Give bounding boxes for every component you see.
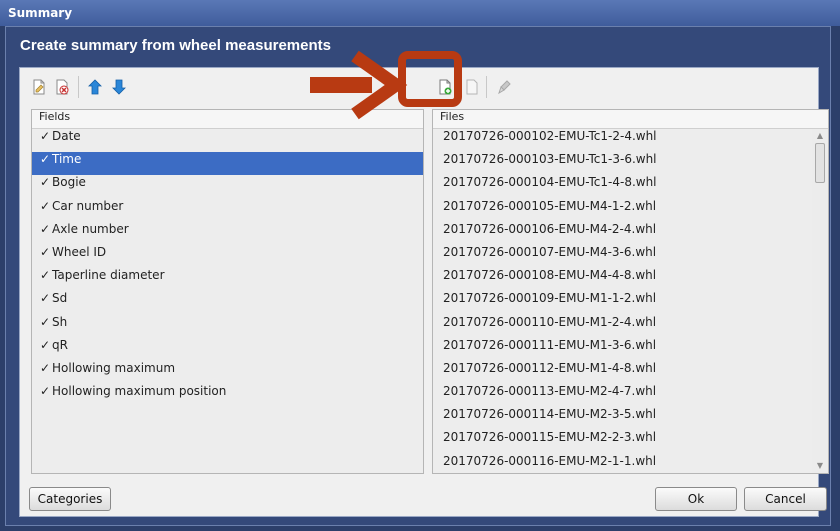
- fields-header: Fields: [32, 110, 423, 129]
- new-file-icon[interactable]: [27, 75, 51, 99]
- dialog-title: Create summary from wheel measurements: [20, 37, 331, 54]
- checkmark-icon[interactable]: ✓: [40, 315, 52, 329]
- checkmark-icon[interactable]: ✓: [40, 338, 52, 352]
- checkmark-icon[interactable]: ✓: [40, 175, 52, 189]
- field-item[interactable]: ✓ qR: [32, 338, 423, 361]
- checkmark-icon[interactable]: ✓: [40, 245, 52, 259]
- window-titlebar: Summary: [0, 0, 840, 26]
- dialog-content: Fields ✓ Date ✓ Time ✓ Bogie ✓ Car number ✓ Axle …: [19, 67, 829, 517]
- file-item[interactable]: 20170726-000113-EMU-M2-4-7.whl: [433, 384, 828, 407]
- ok-button[interactable]: Ok: [655, 487, 737, 511]
- field-item-label: Wheel ID: [52, 244, 107, 259]
- move-down-icon[interactable]: [108, 75, 132, 99]
- field-item[interactable]: ✓ Bogie: [32, 175, 423, 198]
- files-panel: Files 20170726-000102-EMU-Tc1-2-4.whl 201…: [432, 109, 829, 474]
- fields-list: ✓ Date ✓ Time ✓ Bogie ✓ Car number ✓ Axle number ✓…: [32, 129, 423, 407]
- field-item[interactable]: ✓ Sh: [32, 315, 423, 338]
- files-header: Files: [433, 110, 828, 129]
- field-item[interactable]: ✓ Axle number: [32, 222, 423, 245]
- file-item[interactable]: 20170726-000108-EMU-M4-4-8.whl: [433, 268, 828, 291]
- fields-panel: Fields ✓ Date ✓ Time ✓ Bogie ✓ Car number ✓ Axle …: [31, 109, 424, 474]
- field-item-label: Sd: [52, 291, 68, 306]
- field-item-label: Car number: [52, 198, 124, 213]
- checkmark-icon[interactable]: ✓: [40, 291, 52, 305]
- file-item[interactable]: 20170726-000111-EMU-M1-3-6.whl: [433, 338, 828, 361]
- categories-button[interactable]: Categories: [29, 487, 111, 511]
- checkmark-icon[interactable]: ✓: [40, 222, 52, 236]
- checkmark-icon[interactable]: ✓: [40, 384, 52, 398]
- toolbar-separator: [78, 76, 79, 98]
- checkmark-icon[interactable]: ✓: [40, 268, 52, 282]
- scroll-thumb[interactable]: [815, 143, 825, 183]
- checkmark-icon[interactable]: ✓: [40, 361, 52, 375]
- field-item-label: Hollowing maximum position: [52, 384, 227, 399]
- file-item[interactable]: 20170726-000116-EMU-M2-1-1.whl: [433, 454, 828, 473]
- field-item[interactable]: ✓ Sd: [32, 291, 423, 314]
- files-list: 20170726-000102-EMU-Tc1-2-4.whl 20170726-…: [433, 129, 828, 473]
- field-item[interactable]: ✓ Wheel ID: [32, 245, 423, 268]
- files-scrollbar[interactable]: ▲ ▼: [812, 129, 828, 473]
- field-item[interactable]: ✓ Taperline diameter: [32, 268, 423, 291]
- field-item[interactable]: ✓ Hollowing maximum position: [32, 384, 423, 407]
- file-item[interactable]: 20170726-000103-EMU-Tc1-3-6.whl: [433, 152, 828, 175]
- field-item[interactable]: ✓ Date: [32, 129, 423, 152]
- cancel-button[interactable]: Cancel: [744, 487, 827, 511]
- file-item[interactable]: 20170726-000112-EMU-M1-4-8.whl: [433, 361, 828, 384]
- file-item[interactable]: 20170726-000114-EMU-M2-3-5.whl: [433, 407, 828, 430]
- file-item[interactable]: 20170726-000106-EMU-M4-2-4.whl: [433, 222, 828, 245]
- toolbar-separator: [486, 76, 487, 98]
- move-up-icon[interactable]: [84, 75, 108, 99]
- checkmark-icon[interactable]: ✓: [40, 152, 52, 166]
- delete-file-icon[interactable]: [50, 75, 74, 99]
- field-item-label: Bogie: [52, 175, 86, 190]
- field-item[interactable]: ✓ Car number: [32, 199, 423, 222]
- file-item[interactable]: 20170726-000107-EMU-M4-3-6.whl: [433, 245, 828, 268]
- field-item-label: Taperline diameter: [52, 268, 165, 283]
- field-item-label: qR: [52, 337, 68, 352]
- field-item-label: Date: [52, 129, 81, 143]
- file-item[interactable]: 20170726-000110-EMU-M1-2-4.whl: [433, 315, 828, 338]
- clear-icon[interactable]: [492, 75, 516, 99]
- file-item[interactable]: 20170726-000115-EMU-M2-2-3.whl: [433, 430, 828, 453]
- field-item-label: Hollowing maximum: [52, 360, 176, 375]
- field-item[interactable]: ✓ Hollowing maximum: [32, 361, 423, 384]
- annotation-highlight-box: [398, 51, 462, 107]
- field-item-label: Axle number: [52, 221, 129, 236]
- field-item-label: Sh: [52, 314, 68, 329]
- field-item-label: Time: [52, 152, 82, 167]
- scroll-up-arrow-icon[interactable]: ▲: [812, 129, 828, 143]
- file-item[interactable]: 20170726-000104-EMU-Tc1-4-8.whl: [433, 175, 828, 198]
- file-item[interactable]: 20170726-000102-EMU-Tc1-2-4.whl: [433, 129, 828, 152]
- file-item[interactable]: 20170726-000109-EMU-M1-1-2.whl: [433, 291, 828, 314]
- scroll-down-arrow-icon[interactable]: ▼: [812, 459, 828, 473]
- copy-file-icon[interactable]: [460, 75, 484, 99]
- field-item[interactable]: ✓ Time: [32, 152, 423, 176]
- checkmark-icon[interactable]: ✓: [40, 129, 52, 143]
- file-item[interactable]: 20170726-000105-EMU-M4-1-2.whl: [433, 199, 828, 222]
- checkmark-icon[interactable]: ✓: [40, 199, 52, 213]
